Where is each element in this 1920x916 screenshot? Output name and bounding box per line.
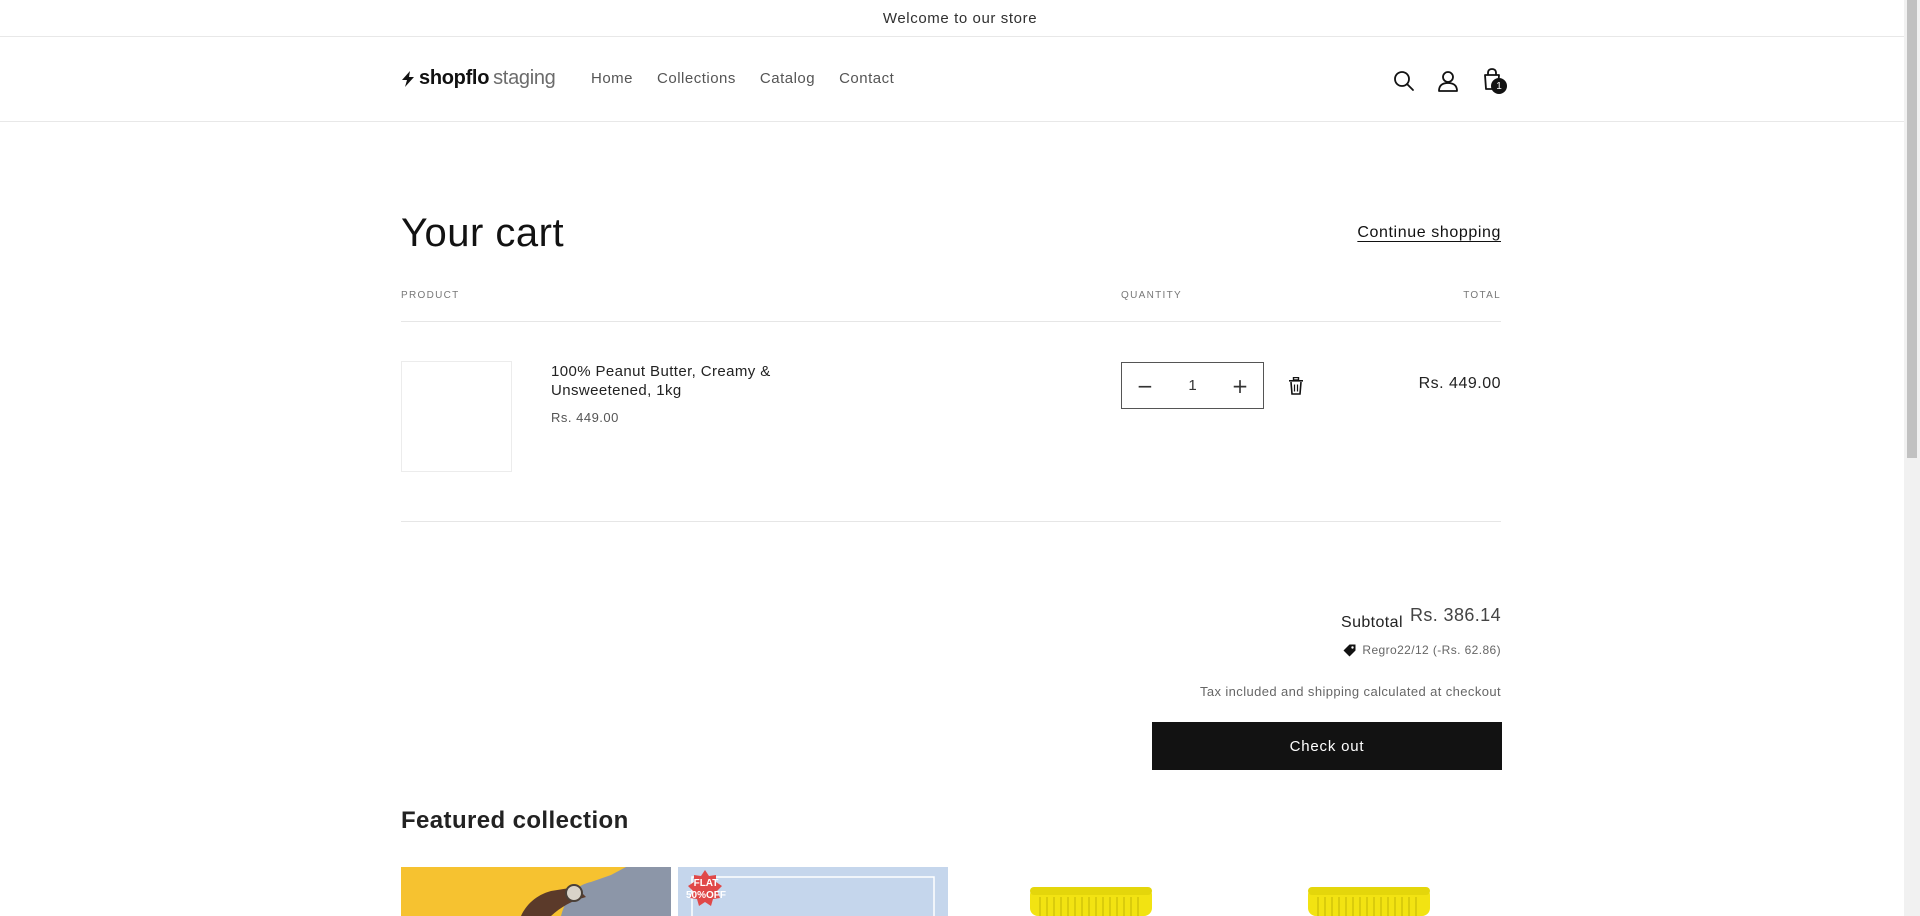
main-nav: Home Collections Catalog Contact (591, 70, 894, 87)
product-card-image (955, 867, 1225, 916)
nav-home[interactable]: Home (591, 70, 633, 87)
line-item-total: Rs. 449.00 (1418, 375, 1501, 392)
subtotal-value: Rs. 386.14 (1409, 605, 1501, 625)
continue-shopping-link[interactable]: Continue shopping (1357, 224, 1501, 242)
logo-mark-icon (402, 70, 414, 87)
logo-text-light: staging (493, 67, 556, 89)
trash-icon[interactable] (1288, 377, 1304, 395)
subtotal-label: Subtotal (1341, 614, 1403, 631)
nav-collections[interactable]: Collections (657, 70, 736, 87)
product-card[interactable] (1233, 867, 1503, 916)
scrollbar-thumb[interactable] (1907, 0, 1917, 458)
store-logo[interactable]: shopflo staging (401, 67, 556, 90)
announcement-bar: Welcome to our store (0, 0, 1920, 37)
discount-line: Regro22/12 (-Rs. 62.86) (1343, 643, 1501, 657)
cart-count-badge: 1 (1491, 78, 1507, 94)
nav-contact[interactable]: Contact (839, 70, 894, 87)
nav-catalog[interactable]: Catalog (760, 70, 815, 87)
product-card[interactable] (955, 867, 1225, 916)
account-icon[interactable] (1435, 68, 1461, 94)
featured-collection-title: Featured collection (401, 807, 629, 834)
quantity-increase-button[interactable]: + (1217, 363, 1263, 408)
page-scrollbar[interactable] (1904, 0, 1920, 916)
quantity-decrease-button[interactable]: − (1122, 363, 1168, 408)
product-card-image (1233, 867, 1503, 916)
page-title: Your cart (401, 211, 565, 255)
tag-icon (1343, 644, 1356, 656)
logo-text-bold: shopflo (419, 67, 490, 89)
column-header-product: Product (401, 290, 460, 301)
column-header-total: Total (1463, 290, 1501, 301)
product-thumbnail[interactable] (401, 361, 512, 472)
search-icon[interactable] (1391, 68, 1417, 94)
product-unit-price: Rs. 449.00 (551, 410, 619, 425)
divider (401, 321, 1501, 322)
site-header: shopflo staging Home Collections Catalog… (0, 37, 1920, 122)
quantity-stepper: − + (1121, 362, 1264, 409)
sale-badge: FLAT 50%OFF (686, 878, 726, 902)
product-card[interactable] (401, 867, 671, 916)
product-card-image (401, 867, 671, 916)
quantity-input[interactable] (1168, 363, 1217, 408)
product-card[interactable]: FLAT 50%OFF (678, 867, 948, 916)
sale-badge-line1: FLAT (693, 878, 719, 889)
checkout-button[interactable]: Check out (1152, 722, 1502, 770)
announcement-text: Welcome to our store (882, 9, 1038, 27)
discount-text: Regro22/12 (-Rs. 62.86) (1362, 643, 1501, 657)
divider (401, 521, 1501, 522)
tax-note: Tax included and shipping calculated at … (1199, 684, 1501, 699)
product-name-link[interactable]: 100% Peanut Butter, Creamy & Unsweetened… (551, 362, 801, 400)
column-header-quantity: Quantity (1121, 290, 1182, 301)
sale-badge-line2: 50%OFF (686, 890, 727, 901)
